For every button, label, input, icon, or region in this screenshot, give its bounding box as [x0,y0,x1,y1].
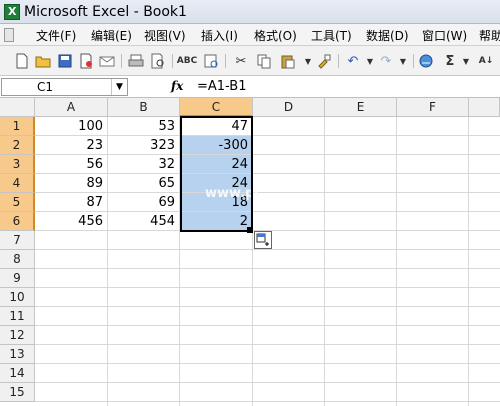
menu-tools[interactable]: 工具(T) [311,27,352,44]
name-box-value: C1 [37,80,54,94]
menu-view[interactable]: 视图(V) [144,27,186,44]
row-header[interactable]: 15 [0,383,35,402]
cell-a3[interactable]: 56 [35,155,107,174]
fill-handle[interactable] [247,227,253,233]
toolbar-separator [413,54,414,68]
open-icon[interactable] [35,53,51,69]
worksheet-grid: A B C D E F 1 2 3 4 5 6 7 8 9 10 11 12 1… [0,98,500,406]
menu-data[interactable]: 数据(D) [366,27,409,44]
cut-icon[interactable]: ✂ [233,53,249,69]
gridline [35,344,500,345]
row-header[interactable]: 3 [0,155,35,174]
gridline [35,382,500,383]
row-header[interactable]: 8 [0,250,35,269]
gridline [35,401,500,402]
row-header[interactable]: 4 [0,174,35,193]
cell-b1[interactable]: 53 [107,117,179,136]
window-title: Microsoft Excel - Book1 [24,4,187,20]
menu-grip-icon [4,28,14,42]
cell-b6[interactable]: 454 [107,212,179,231]
cell-a6[interactable]: 456 [35,212,107,231]
menu-edit[interactable]: 编辑(E) [91,27,132,44]
hyperlink-icon[interactable] [418,53,434,69]
row-header[interactable]: 13 [0,345,35,364]
select-all-corner[interactable] [0,98,35,117]
gridline [35,268,500,269]
autosum-icon[interactable]: Σ [442,53,458,69]
gridline [35,249,500,250]
undo-icon[interactable]: ↶ [345,53,361,69]
spelling-icon[interactable]: ABC [177,53,197,69]
gridline [35,363,500,364]
paste-icon[interactable] [280,53,296,69]
menu-insert[interactable]: 插入(I) [201,27,238,44]
menu-help[interactable]: 帮助 [479,27,500,44]
undo-dropdown-icon[interactable]: ▼ [362,53,378,69]
formula-input[interactable]: =A1-B1 [197,79,246,94]
autosum-dropdown-icon[interactable]: ▼ [458,53,474,69]
cell-a4[interactable]: 89 [35,174,107,193]
column-header-b[interactable]: B [108,98,180,117]
column-header-c[interactable]: C [180,98,253,117]
fx-icon[interactable]: fx [171,79,183,93]
menu-window[interactable]: 窗口(W) [422,27,467,44]
new-icon[interactable] [14,53,30,69]
toolbar-separator [225,54,226,68]
redo-icon[interactable]: ↷ [378,53,394,69]
column-header-a[interactable]: A [35,98,108,117]
permission-icon[interactable] [78,53,94,69]
cell-b3[interactable]: 32 [107,155,179,174]
row-header[interactable]: 11 [0,307,35,326]
copy-icon[interactable] [256,53,272,69]
print-icon[interactable] [128,53,144,69]
email-icon[interactable] [99,53,115,69]
column-header-f[interactable]: F [397,98,469,117]
cell-a5[interactable]: 87 [35,193,107,212]
save-icon[interactable] [57,53,73,69]
toolbar-separator [121,54,122,68]
row-header[interactable]: 6 [0,212,35,231]
excel-app-icon[interactable] [4,4,20,20]
sort-ascending-icon[interactable]: A↓ [476,53,496,69]
cell-b2[interactable]: 323 [107,136,179,155]
gridline [35,325,500,326]
row-header[interactable]: 12 [0,326,35,345]
autofill-options-icon[interactable] [254,231,272,249]
row-header[interactable]: 1 [0,117,35,136]
menu-bar: 文件(F) 编辑(E) 视图(V) 插入(I) 格式(O) 工具(T) 数据(D… [0,24,500,46]
column-header-e[interactable]: E [325,98,397,117]
column-header-g[interactable] [469,98,500,117]
toolbar-separator [338,54,339,68]
cell-a2[interactable]: 23 [35,136,107,155]
column-header-d[interactable]: D [253,98,325,117]
format-painter-icon[interactable] [316,53,332,69]
row-header[interactable]: 9 [0,269,35,288]
row-header[interactable]: 14 [0,364,35,383]
paste-dropdown-icon[interactable]: ▼ [300,53,316,69]
name-box[interactable]: C1 ▼ [1,78,128,96]
menu-file[interactable]: 文件(F) [36,27,76,44]
research-icon[interactable] [203,53,219,69]
cell-b5[interactable]: 69 [107,193,179,212]
cell-b4[interactable]: 65 [107,174,179,193]
print-preview-icon[interactable] [150,53,166,69]
menu-format[interactable]: 格式(O) [254,27,297,44]
redo-dropdown-icon[interactable]: ▼ [395,53,411,69]
gridline [35,306,500,307]
chevron-down-icon[interactable]: ▼ [111,79,127,95]
row-header[interactable]: 5 [0,193,35,212]
formula-bar: C1 ▼ fx =A1-B1 [0,76,500,98]
cell-a1[interactable]: 100 [35,117,107,136]
row-header[interactable]: 7 [0,231,35,250]
gridline [35,287,500,288]
title-bar: Microsoft Excel - Book1 [0,0,500,24]
row-header[interactable]: 10 [0,288,35,307]
selection-border [180,116,253,232]
standard-toolbar: ABC ✂ ▼ ↶ ▼ ↷ ▼ Σ ▼ A↓ [0,46,500,76]
toolbar-separator [172,54,173,68]
row-header[interactable]: 2 [0,136,35,155]
